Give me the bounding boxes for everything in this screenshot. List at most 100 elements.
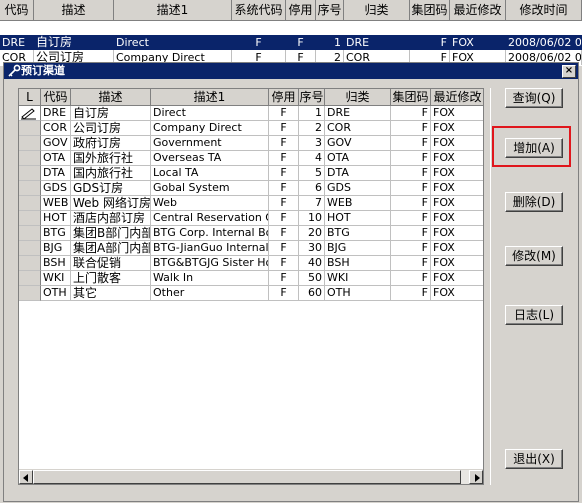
col-header[interactable]: 描述	[71, 89, 151, 106]
cell: BJG	[41, 241, 71, 256]
cell: FOX	[431, 166, 483, 181]
cell: COR	[41, 121, 71, 136]
cell: 上门散客	[71, 271, 151, 286]
cell: FOX	[431, 241, 483, 256]
horizontal-scrollbar[interactable]	[19, 469, 483, 484]
row-indicator[interactable]	[19, 211, 41, 226]
col-header[interactable]: 描述	[34, 0, 114, 20]
cell: GDS	[41, 181, 71, 196]
col-header[interactable]: 停用	[286, 0, 316, 20]
table-row[interactable]: DRE 自订房 Direct F 1 DRE F FOX	[19, 106, 483, 121]
cell: 5	[299, 166, 325, 181]
cell: OTH	[325, 286, 391, 301]
row-indicator[interactable]	[19, 226, 41, 241]
cell: 其它	[71, 286, 151, 301]
row-indicator[interactable]	[19, 196, 41, 211]
cell: F	[391, 196, 431, 211]
table-row[interactable]: OTA 国外旅行社 Overseas TA F 4 OTA F FOX	[19, 151, 483, 166]
row-indicator[interactable]	[19, 181, 41, 196]
table-row[interactable]: COR 公司订房 Company Direct F 2 COR F FOX	[19, 121, 483, 136]
row-indicator[interactable]	[19, 166, 41, 181]
col-header[interactable]: 归类	[344, 0, 410, 20]
cell: COR	[325, 121, 391, 136]
cell: Direct	[151, 106, 269, 121]
col-header[interactable]: 集团码	[391, 89, 431, 106]
col-header[interactable]: 集团码	[410, 0, 450, 20]
cell: BSH	[325, 256, 391, 271]
col-header[interactable]: 修改时间	[506, 0, 582, 20]
log-button[interactable]: 日志(L)	[505, 305, 563, 325]
cell: 政府订房	[71, 136, 151, 151]
cell: Local TA	[151, 166, 269, 181]
table-row[interactable]: BSH联合促销BTG&BTGJG Sister HotelsF40BSHFFOX	[19, 256, 483, 271]
col-header[interactable]: 序号	[316, 0, 344, 20]
col-header[interactable]: 描述1	[114, 0, 232, 20]
col-header[interactable]: 系统代码	[232, 0, 286, 20]
cell: BSH	[41, 256, 71, 271]
cell: 50	[299, 271, 325, 286]
col-header[interactable]: 最近修改	[431, 89, 483, 106]
arrow-right-icon	[475, 474, 480, 482]
cell: F	[232, 35, 286, 50]
exit-button[interactable]: 退出(X)	[505, 449, 563, 469]
close-button[interactable]: ×	[562, 65, 576, 78]
col-header[interactable]: 代码	[41, 89, 71, 106]
col-header[interactable]: 代码	[0, 0, 34, 20]
col-header[interactable]: 归类	[325, 89, 391, 106]
table-row[interactable]: BJG集团A部门内部BTG-JianGuo Internal BooF30BJG…	[19, 241, 483, 256]
cell: BTG Corp. Internal Booki	[151, 226, 269, 241]
col-header[interactable]: 最近修改	[450, 0, 506, 20]
row-indicator[interactable]	[19, 136, 41, 151]
cell: FOX	[450, 35, 506, 50]
cell: Walk In	[151, 271, 269, 286]
cell: F	[391, 241, 431, 256]
background-grid-header: 代码 描述 描述1 系统代码 停用 序号 归类 集团码 最近修改 修改时间	[0, 0, 582, 21]
table-row[interactable]: DTA 国内旅行社 Local TA F 5 DTA F FOX	[19, 166, 483, 181]
table-row[interactable]: GDS GDS订房 Gobal System F 6 GDS F FOX	[19, 181, 483, 196]
cell: F	[269, 226, 299, 241]
query-button[interactable]: 查询(Q)	[505, 88, 563, 108]
cell: F	[269, 136, 299, 151]
row-indicator[interactable]	[19, 271, 41, 286]
scroll-right-button[interactable]	[469, 470, 483, 484]
cell: Government	[151, 136, 269, 151]
cell: F	[391, 286, 431, 301]
cell: FOX	[431, 211, 483, 226]
modify-button[interactable]: 修改(M)	[505, 246, 563, 266]
col-header[interactable]: L	[19, 89, 41, 106]
table-row[interactable]: DRE 自订房 Direct F F 1 DRE F FOX 2008/06/0…	[0, 35, 582, 50]
cell: F	[269, 211, 299, 226]
cell: F	[391, 166, 431, 181]
row-indicator[interactable]	[19, 151, 41, 166]
cell: F	[269, 271, 299, 286]
row-indicator[interactable]	[19, 241, 41, 256]
cell: Gobal System	[151, 181, 269, 196]
cell: FOX	[431, 151, 483, 166]
cell: BTG-JianGuo Internal Boo	[151, 241, 269, 256]
cell: FOX	[431, 286, 483, 301]
table-row[interactable]: HOT酒店内部订房Central Reservation OfficF10HOT…	[19, 211, 483, 226]
cell: WKI	[325, 271, 391, 286]
row-indicator[interactable]	[19, 121, 41, 136]
table-row[interactable]: WEB Web 网络订房 Web F 7 WEB F FOX	[19, 196, 483, 211]
row-indicator[interactable]	[19, 106, 41, 121]
delete-button[interactable]: 删除(D)	[505, 192, 563, 212]
cell: GDS	[325, 181, 391, 196]
cell: FOX	[431, 196, 483, 211]
table-row[interactable]: WKI 上门散客 Walk In F 50 WKI F FOX	[19, 271, 483, 286]
dialog-titlebar[interactable]: 预订渠道 ×	[4, 63, 578, 79]
scroll-left-button[interactable]	[19, 470, 33, 484]
table-row[interactable]: OTH 其它 Other F 60 OTH F FOX	[19, 286, 483, 301]
col-header[interactable]: 停用	[269, 89, 299, 106]
row-indicator[interactable]	[19, 256, 41, 271]
cell: F	[269, 181, 299, 196]
table-row[interactable]: GOV 政府订房 Government F 3 GOV F FOX	[19, 136, 483, 151]
col-header[interactable]: 描述1	[151, 89, 269, 106]
table-row[interactable]: BTG集团B部门内部BTG Corp. Internal BookiF20BTG…	[19, 226, 483, 241]
col-header[interactable]: 序号	[299, 89, 325, 106]
scrollbar-thumb[interactable]	[33, 470, 461, 484]
cell: 2008/06/02 0	[508, 35, 582, 50]
row-indicator[interactable]	[19, 286, 41, 301]
cell: 6	[299, 181, 325, 196]
cell: F	[391, 256, 431, 271]
